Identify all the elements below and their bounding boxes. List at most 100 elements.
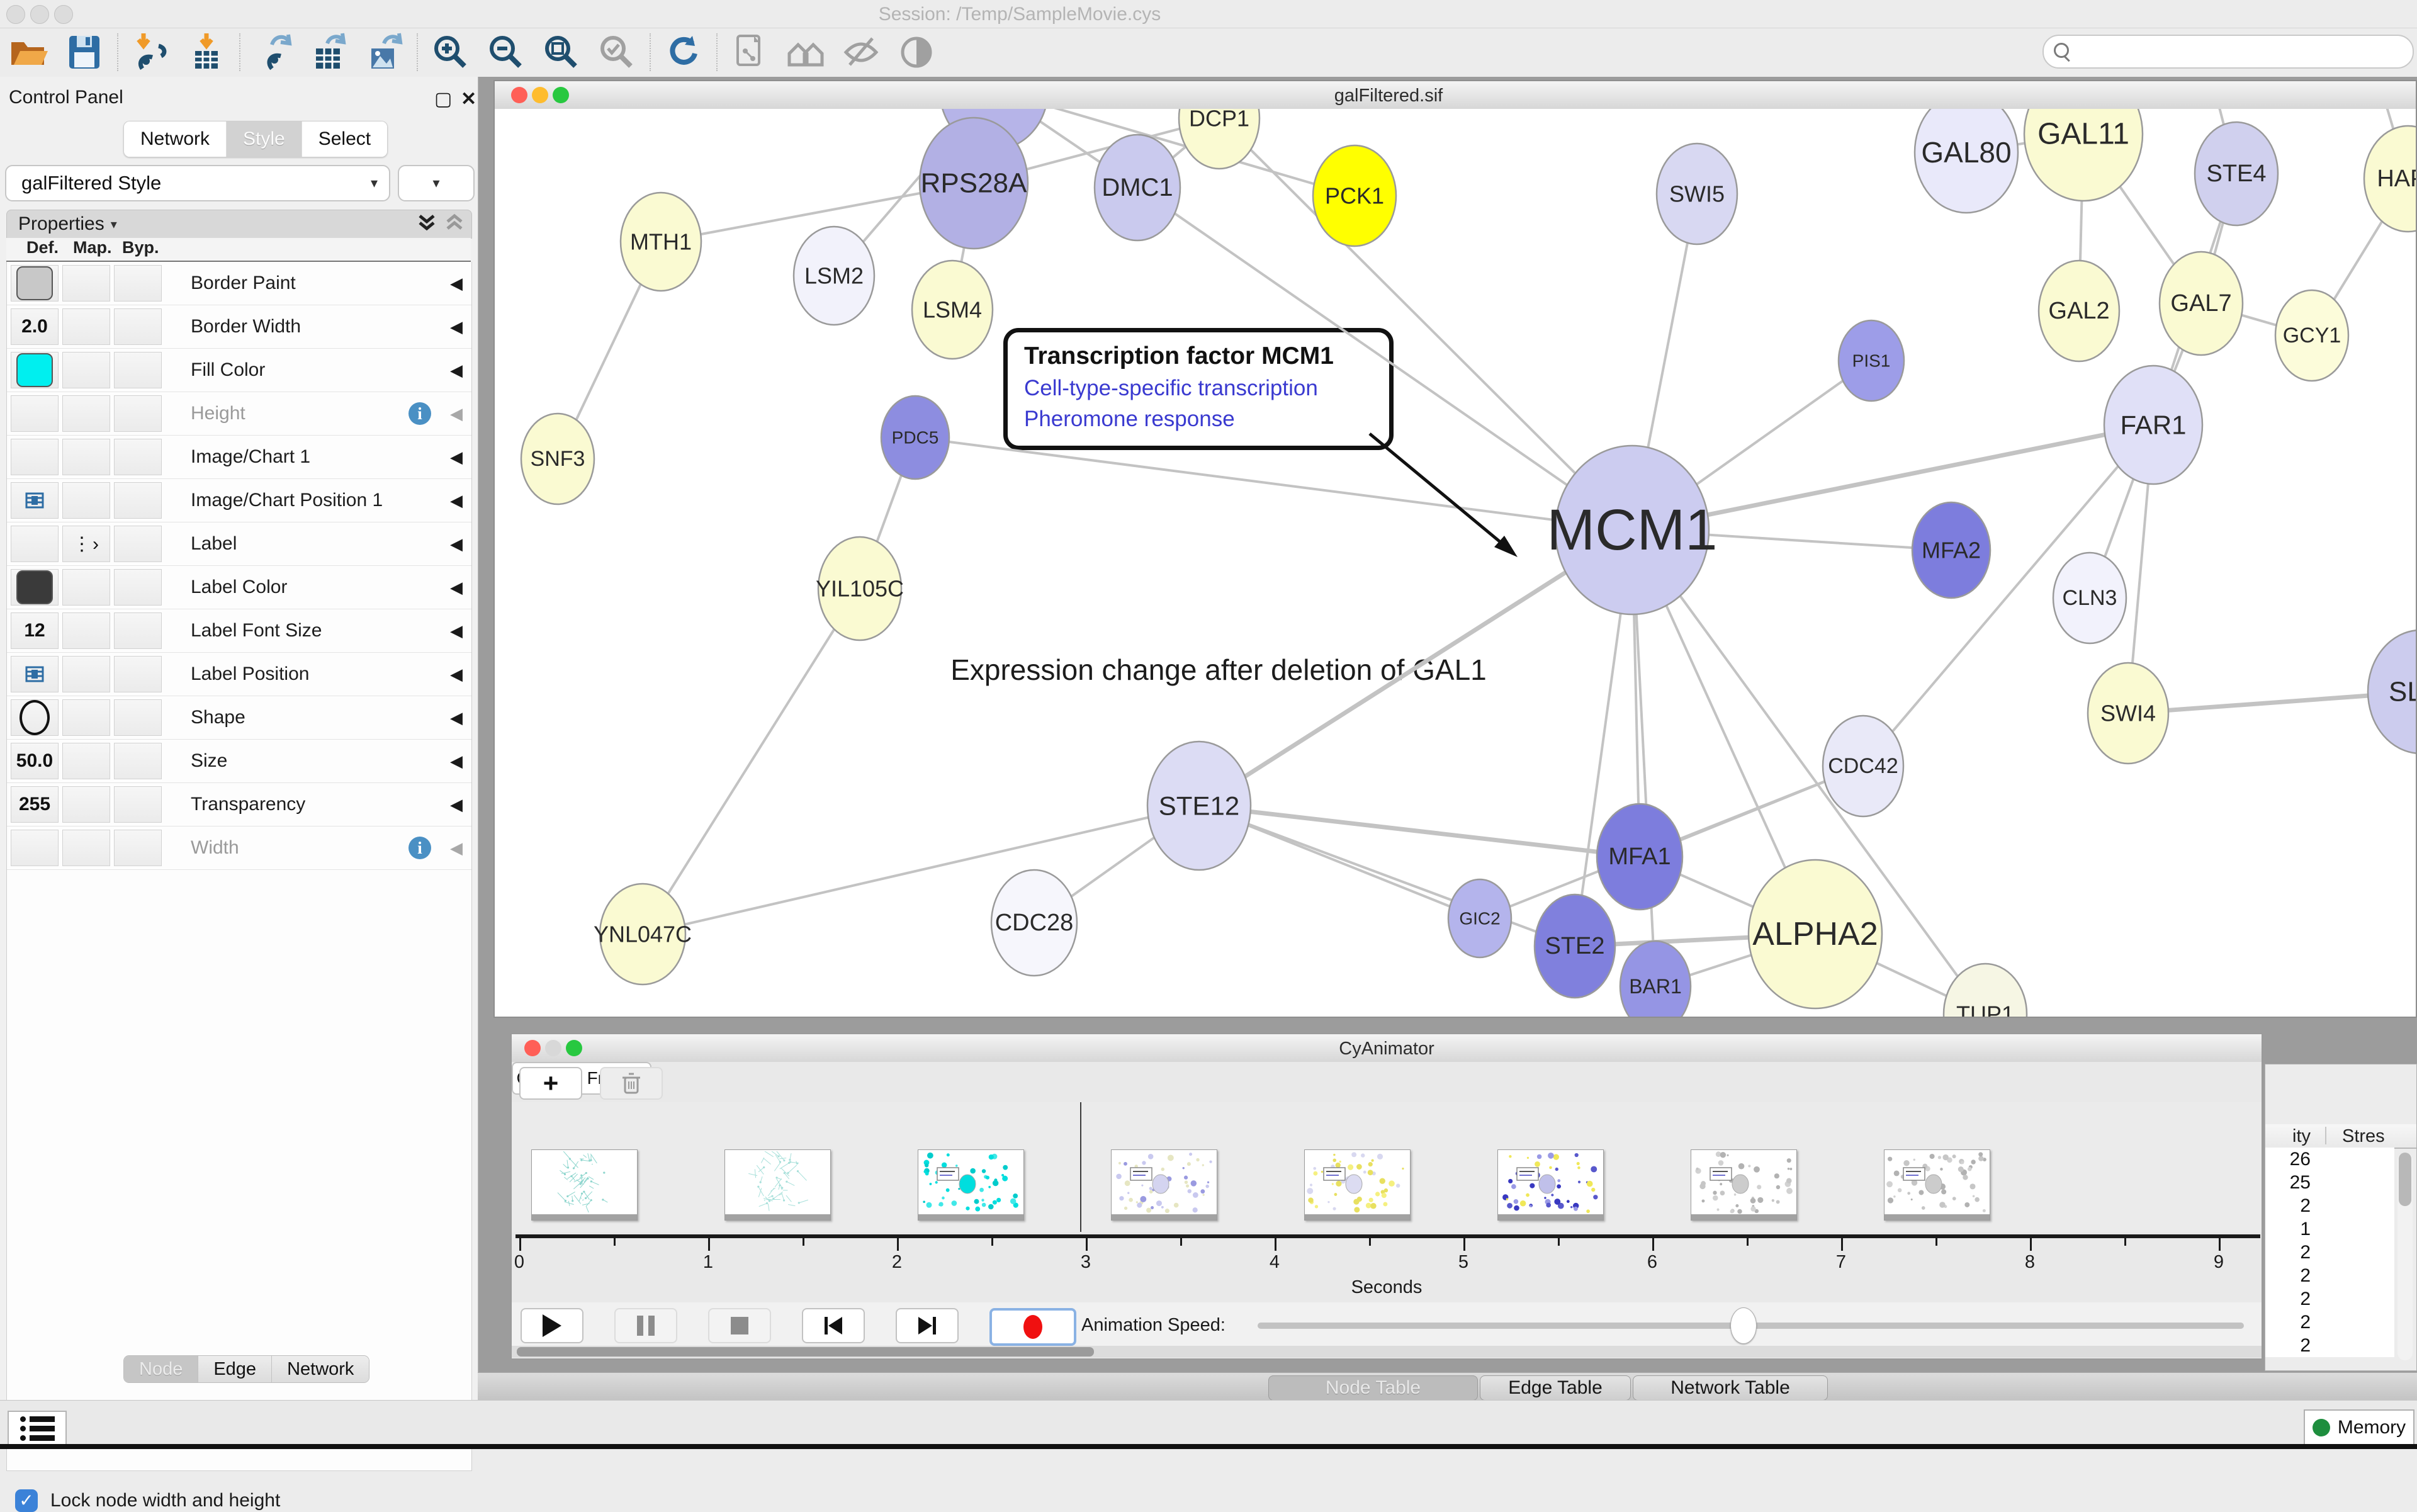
map-cell[interactable] [62,612,110,649]
frame-thumbnail-4[interactable] [1111,1149,1217,1221]
network-window-titlebar[interactable]: galFiltered.sif [495,81,2416,110]
def-cell[interactable]: 2.0 [11,308,59,345]
scrollbar-thumb[interactable] [517,1347,1094,1357]
tab-network[interactable]: Network [124,121,227,157]
def-cell[interactable] [11,526,59,562]
network-canvas[interactable]: Transcription factor MCM1 Cell-type-spec… [495,109,2416,1017]
skip-start-button[interactable] [802,1308,865,1343]
expand-row-icon[interactable]: ◀ [450,578,463,597]
map-cell[interactable] [62,439,110,475]
byp-cell[interactable] [114,699,162,736]
expand-row-icon[interactable]: ◀ [450,491,463,511]
properties-header[interactable]: Properties ▾ [6,210,472,239]
map-cell[interactable] [62,656,110,692]
record-button[interactable] [989,1308,1076,1346]
frame-thumbnail-8[interactable] [1884,1149,1990,1221]
table-row[interactable]: 1 [2265,1217,2394,1241]
info-icon[interactable]: i [408,402,431,425]
frame-thumbnail-1[interactable] [531,1149,638,1221]
byp-cell[interactable] [114,395,162,432]
expand-row-icon[interactable]: ◀ [450,665,463,684]
def-cell[interactable] [11,482,59,519]
def-cell[interactable] [11,830,59,866]
import-network-button[interactable] [128,32,174,72]
table-column-ity[interactable]: ity [2265,1126,2311,1147]
task-history-button[interactable] [8,1411,67,1446]
table-column-stress[interactable]: Stres [2342,1126,2385,1147]
byp-cell[interactable] [114,526,162,562]
import-table-button[interactable] [184,32,229,72]
stop-button[interactable] [708,1308,771,1343]
add-frame-button[interactable]: + [519,1067,582,1100]
byp-cell[interactable] [114,482,162,519]
property-row-fill-color[interactable]: Fill Color◀ [7,349,471,392]
frame-thumbnail-5[interactable] [1304,1149,1411,1221]
def-cell[interactable]: 255 [11,786,59,823]
window-zoom-icon[interactable] [54,5,73,24]
tab-node-table[interactable]: Node Table [1268,1375,1478,1401]
expand-row-icon[interactable]: ◀ [450,752,463,771]
def-cell[interactable] [11,439,59,475]
byp-cell[interactable] [114,569,162,606]
def-cell[interactable] [11,395,59,432]
tab-node[interactable]: Node [124,1356,198,1382]
expand-row-icon[interactable]: ◀ [450,838,463,858]
frame-thumbnail-6[interactable] [1497,1149,1604,1221]
expand-row-icon[interactable]: ◀ [450,708,463,728]
frame-thumbnail-2[interactable] [724,1149,831,1221]
cyanimator-titlebar[interactable]: CyAnimator [512,1034,2262,1063]
map-cell[interactable] [62,395,110,432]
save-session-button[interactable] [62,32,107,72]
property-row-label-font-size[interactable]: 12Label Font Size◀ [7,609,471,653]
property-row-label-color[interactable]: Label Color◀ [7,566,471,609]
property-row-label[interactable]: ⋮›Label◀ [7,522,471,566]
search-input[interactable] [2042,35,2414,69]
def-cell[interactable]: 50.0 [11,743,59,779]
byp-cell[interactable] [114,439,162,475]
expand-row-icon[interactable]: ◀ [450,317,463,337]
expand-all-icon[interactable] [417,212,436,237]
float-window-icon[interactable]: ▢ [434,88,452,110]
property-row-width[interactable]: Widthi◀ [7,827,471,870]
tab-select[interactable]: Select [302,121,387,157]
zoom-in-button[interactable] [428,32,473,72]
table-row[interactable]: 26 [2265,1148,2394,1171]
style-options-button[interactable]: ▾ [398,165,475,201]
tab-edge-table[interactable]: Edge Table [1480,1375,1631,1401]
export-image-button[interactable] [361,32,407,72]
pause-button[interactable] [614,1308,677,1343]
map-cell[interactable] [62,352,110,388]
style-selector[interactable]: galFiltered Style ▾ [5,165,390,201]
table-row[interactable]: 25 [2265,1171,2394,1194]
property-row-height[interactable]: Heighti◀ [7,392,471,436]
property-row-border-width[interactable]: 2.0Border Width◀ [7,305,471,349]
byp-cell[interactable] [114,308,162,345]
open-session-button[interactable] [6,32,52,72]
map-cell[interactable] [62,308,110,345]
byp-cell[interactable] [114,786,162,823]
byp-cell[interactable] [114,830,162,866]
home-button[interactable] [783,32,828,72]
byp-cell[interactable] [114,265,162,302]
hide-panels-button[interactable] [838,32,884,72]
property-row-shape[interactable]: Shape◀ [7,696,471,740]
def-cell[interactable] [11,569,59,606]
map-cell[interactable] [62,699,110,736]
table-row[interactable]: 2 [2265,1287,2394,1311]
close-panel-icon[interactable]: ✕ [461,88,476,110]
table-row[interactable]: 2 [2265,1264,2394,1287]
table-row[interactable]: 2 [2265,1334,2394,1357]
property-row-image-chart-position-1[interactable]: Image/Chart Position 1◀ [7,479,471,522]
tab-style[interactable]: Style [227,121,302,157]
def-cell[interactable] [11,656,59,692]
table-row[interactable]: 2 [2265,1241,2394,1264]
expand-row-icon[interactable]: ◀ [450,404,463,424]
network-snapshot-button[interactable] [728,32,773,72]
lock-size-checkbox[interactable]: ✓ [15,1489,38,1512]
property-row-transparency[interactable]: 255Transparency◀ [7,783,471,827]
toggle-contrast-button[interactable] [894,32,939,72]
column-divider[interactable] [2325,1127,2326,1144]
def-cell[interactable]: 12 [11,612,59,649]
scrollbar-thumb[interactable] [2399,1153,2411,1206]
expand-row-icon[interactable]: ◀ [450,448,463,467]
